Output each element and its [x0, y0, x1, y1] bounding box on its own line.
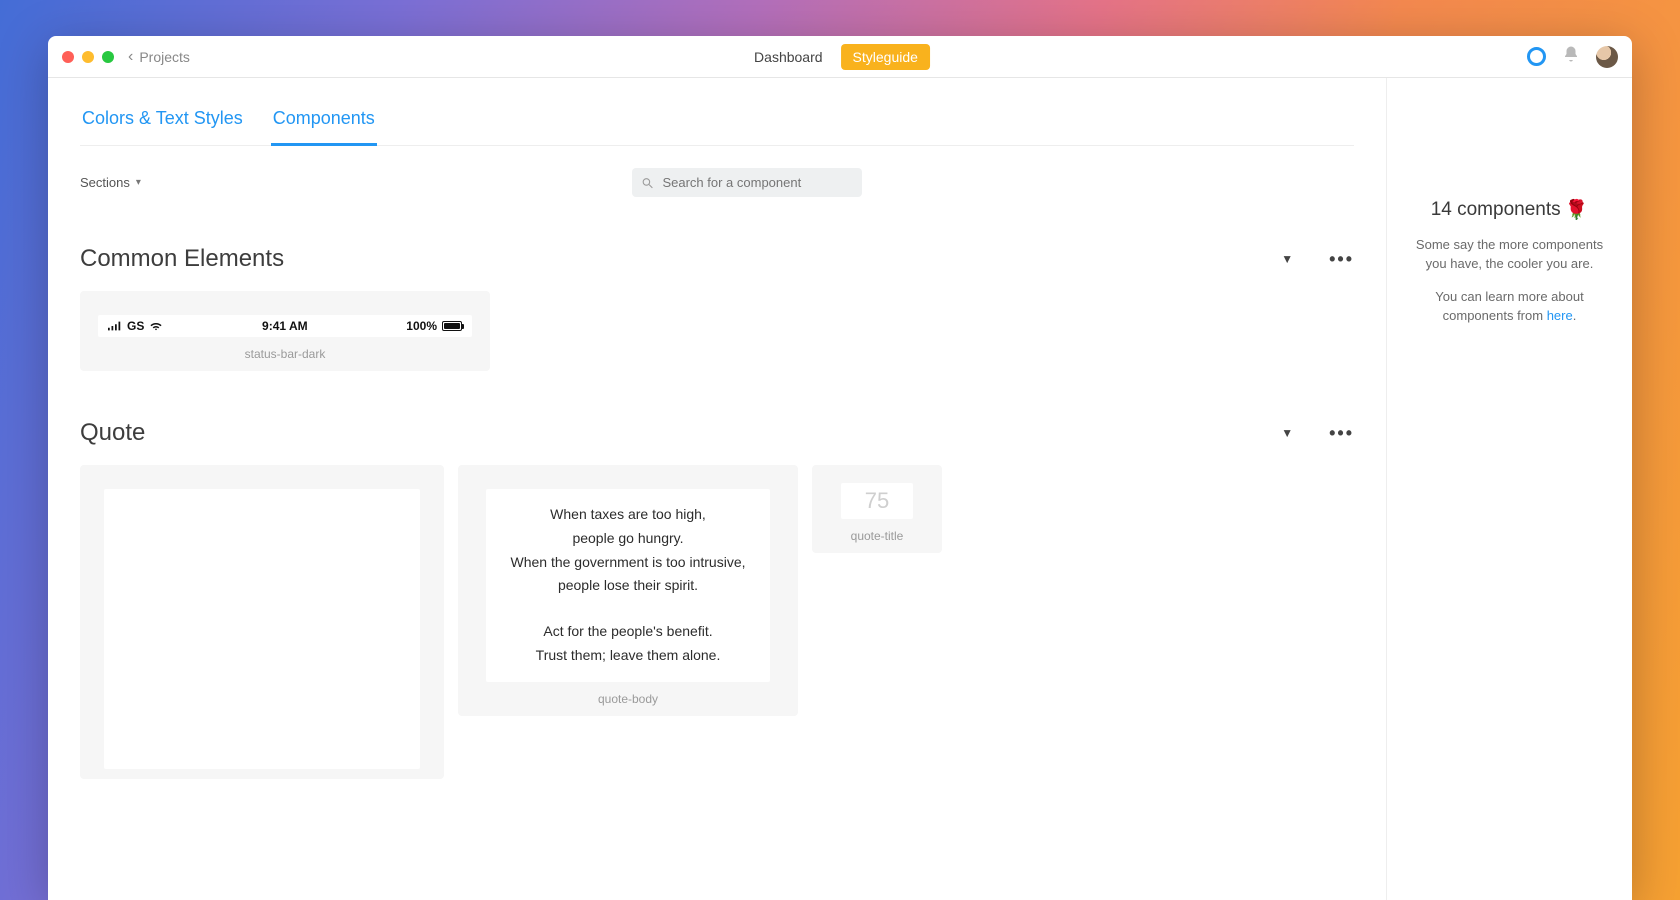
back-label: Projects	[139, 49, 190, 65]
rose-emoji-icon: 🌹	[1565, 198, 1589, 222]
window-controls	[62, 51, 114, 63]
section-more-icon[interactable]: •••	[1329, 423, 1354, 444]
main-content: Colors & Text Styles Components Sections…	[48, 78, 1386, 900]
collapse-section-icon[interactable]: ▼	[1281, 426, 1293, 440]
quote-title-preview: 75	[841, 483, 913, 519]
component-label: quote-title	[851, 529, 904, 543]
subnav-components[interactable]: Components	[271, 100, 377, 146]
app-window: ‹ Projects Dashboard Styleguide Colors &…	[48, 36, 1632, 900]
minimize-window-button[interactable]	[82, 51, 94, 63]
quote-title-number: 75	[865, 488, 889, 514]
collapse-section-icon[interactable]: ▼	[1281, 252, 1293, 266]
component-search	[632, 168, 862, 197]
notifications-icon[interactable]	[1562, 45, 1580, 68]
section-title: Quote	[80, 419, 145, 447]
carrier-label: GS	[127, 319, 144, 333]
tab-styleguide[interactable]: Styleguide	[841, 44, 930, 70]
chevron-down-icon: ▾	[136, 177, 141, 188]
info-paragraph-1: Some say the more components you have, t…	[1405, 236, 1614, 274]
component-label: status-bar-dark	[245, 347, 326, 361]
wifi-icon	[149, 321, 163, 331]
component-card-status-bar-dark[interactable]: GS 9:41 AM 100%	[80, 291, 490, 371]
battery-percent: 100%	[406, 319, 437, 333]
search-input[interactable]	[632, 168, 862, 197]
section-title: Common Elements	[80, 245, 284, 273]
battery-icon	[442, 321, 462, 331]
subnav-colors-text[interactable]: Colors & Text Styles	[80, 100, 245, 145]
quote-body-paragraph-2: Act for the people's benefit. Trust them…	[536, 620, 721, 668]
titlebar: ‹ Projects Dashboard Styleguide	[48, 36, 1632, 78]
components-count-heading: 14 components 🌹	[1405, 198, 1614, 222]
tab-dashboard[interactable]: Dashboard	[750, 43, 827, 71]
section-quote: Quote ▼ ••• When taxes are too high, peo…	[80, 419, 1354, 779]
search-icon	[641, 176, 654, 189]
filter-row: Sections ▾	[80, 168, 1354, 197]
info-paragraph-2: You can learn more about components from…	[1405, 288, 1614, 326]
user-avatar[interactable]	[1596, 46, 1618, 68]
quote-body-paragraph-1: When taxes are too high, people go hungr…	[510, 503, 745, 598]
section-more-icon[interactable]: •••	[1329, 249, 1354, 270]
maximize-window-button[interactable]	[102, 51, 114, 63]
status-bar-preview: GS 9:41 AM 100%	[98, 315, 472, 337]
close-window-button[interactable]	[62, 51, 74, 63]
quote-blank-preview	[104, 489, 420, 769]
view-switch: Dashboard Styleguide	[750, 43, 930, 71]
component-card-quote-body[interactable]: When taxes are too high, people go hungr…	[458, 465, 798, 716]
back-to-projects[interactable]: ‹ Projects	[128, 49, 190, 65]
component-card-quote-blank[interactable]	[80, 465, 444, 779]
info-side-panel: 14 components 🌹 Some say the more compon…	[1386, 78, 1632, 900]
styleguide-subnav: Colors & Text Styles Components	[80, 100, 1354, 146]
sections-dropdown-label: Sections	[80, 175, 130, 190]
component-label: quote-body	[598, 692, 658, 706]
chevron-left-icon: ‹	[128, 49, 133, 65]
learn-more-link[interactable]: here	[1547, 308, 1573, 323]
section-common-elements: Common Elements ▼ ••• GS	[80, 245, 1354, 371]
quote-body-preview: When taxes are too high, people go hungr…	[486, 489, 770, 682]
status-bar-time: 9:41 AM	[262, 319, 308, 333]
sections-dropdown[interactable]: Sections ▾	[80, 175, 141, 190]
component-card-quote-title[interactable]: 75 quote-title	[812, 465, 942, 553]
activity-ring-icon[interactable]	[1527, 47, 1546, 66]
cellular-signal-icon	[108, 321, 122, 331]
titlebar-right	[1527, 45, 1618, 68]
